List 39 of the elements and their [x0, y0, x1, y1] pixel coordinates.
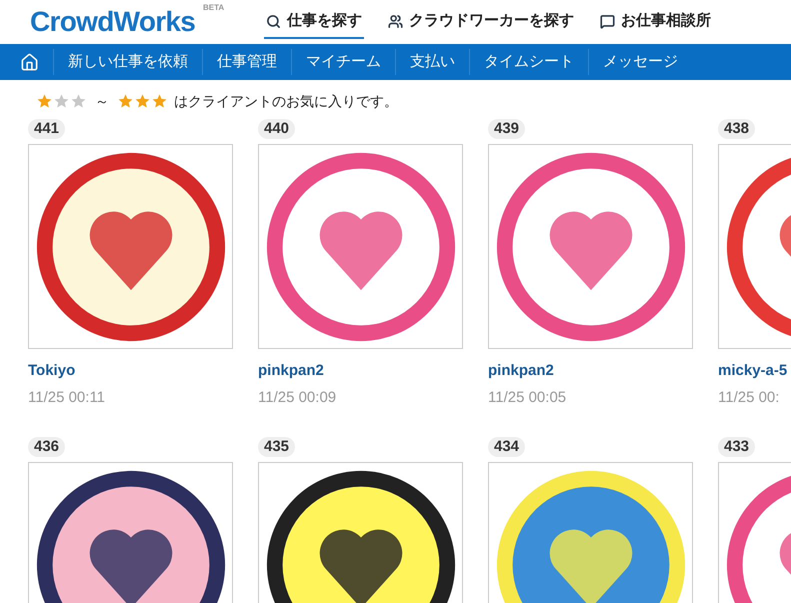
- star-icon: [70, 93, 87, 109]
- nav-link[interactable]: メッセージ: [588, 49, 692, 75]
- author-link[interactable]: Tokiyo: [28, 360, 233, 382]
- entry-number: 440: [258, 119, 296, 139]
- author-link[interactable]: pinkpan2: [258, 360, 463, 382]
- chat-icon: [600, 14, 615, 28]
- nav-link[interactable]: 支払い: [395, 49, 469, 75]
- star-icon: [151, 93, 168, 109]
- star-icon: [117, 93, 134, 109]
- entry-number: 441: [28, 119, 66, 139]
- star-icon: [36, 93, 53, 109]
- entry-number: 435: [258, 437, 296, 457]
- people-icon: [388, 14, 403, 28]
- entry-number: 436: [28, 437, 66, 457]
- star-icon: [134, 93, 151, 109]
- header-tab[interactable]: お仕事相談所: [598, 5, 713, 39]
- star-icon: [53, 93, 70, 109]
- entry-number: 438: [718, 119, 756, 139]
- entry-time: 11/25 00:05: [488, 388, 568, 408]
- entry-time: 11/25 00:09: [258, 388, 338, 408]
- entry-number: 433: [718, 437, 756, 457]
- tilde-separator: ～: [95, 92, 109, 110]
- entry-time: 11/25 00:11: [28, 388, 106, 408]
- nav-link[interactable]: 仕事管理: [202, 49, 291, 75]
- nav-link[interactable]: 新しい仕事を依頼: [53, 49, 202, 75]
- logo[interactable]: CrowdWorks: [30, 6, 196, 37]
- search-icon: [266, 14, 281, 28]
- author-link[interactable]: pinkpan2: [488, 360, 693, 382]
- nav-link[interactable]: マイチーム: [291, 49, 395, 75]
- entry-number: 434: [488, 437, 526, 457]
- legend-text: はクライアントのお気に入りです。: [174, 92, 398, 110]
- entry-time: 11/25 00:: [718, 388, 780, 408]
- header-tab[interactable]: 仕事を探す: [264, 5, 364, 39]
- home-icon[interactable]: [20, 52, 39, 72]
- entry-number: 439: [488, 119, 526, 139]
- author-link[interactable]: micky-a-5: [718, 360, 791, 382]
- beta-label: BETA: [203, 2, 224, 14]
- nav-link[interactable]: タイムシート: [469, 49, 588, 75]
- header-tab[interactable]: クラウドワーカーを探す: [386, 5, 576, 39]
